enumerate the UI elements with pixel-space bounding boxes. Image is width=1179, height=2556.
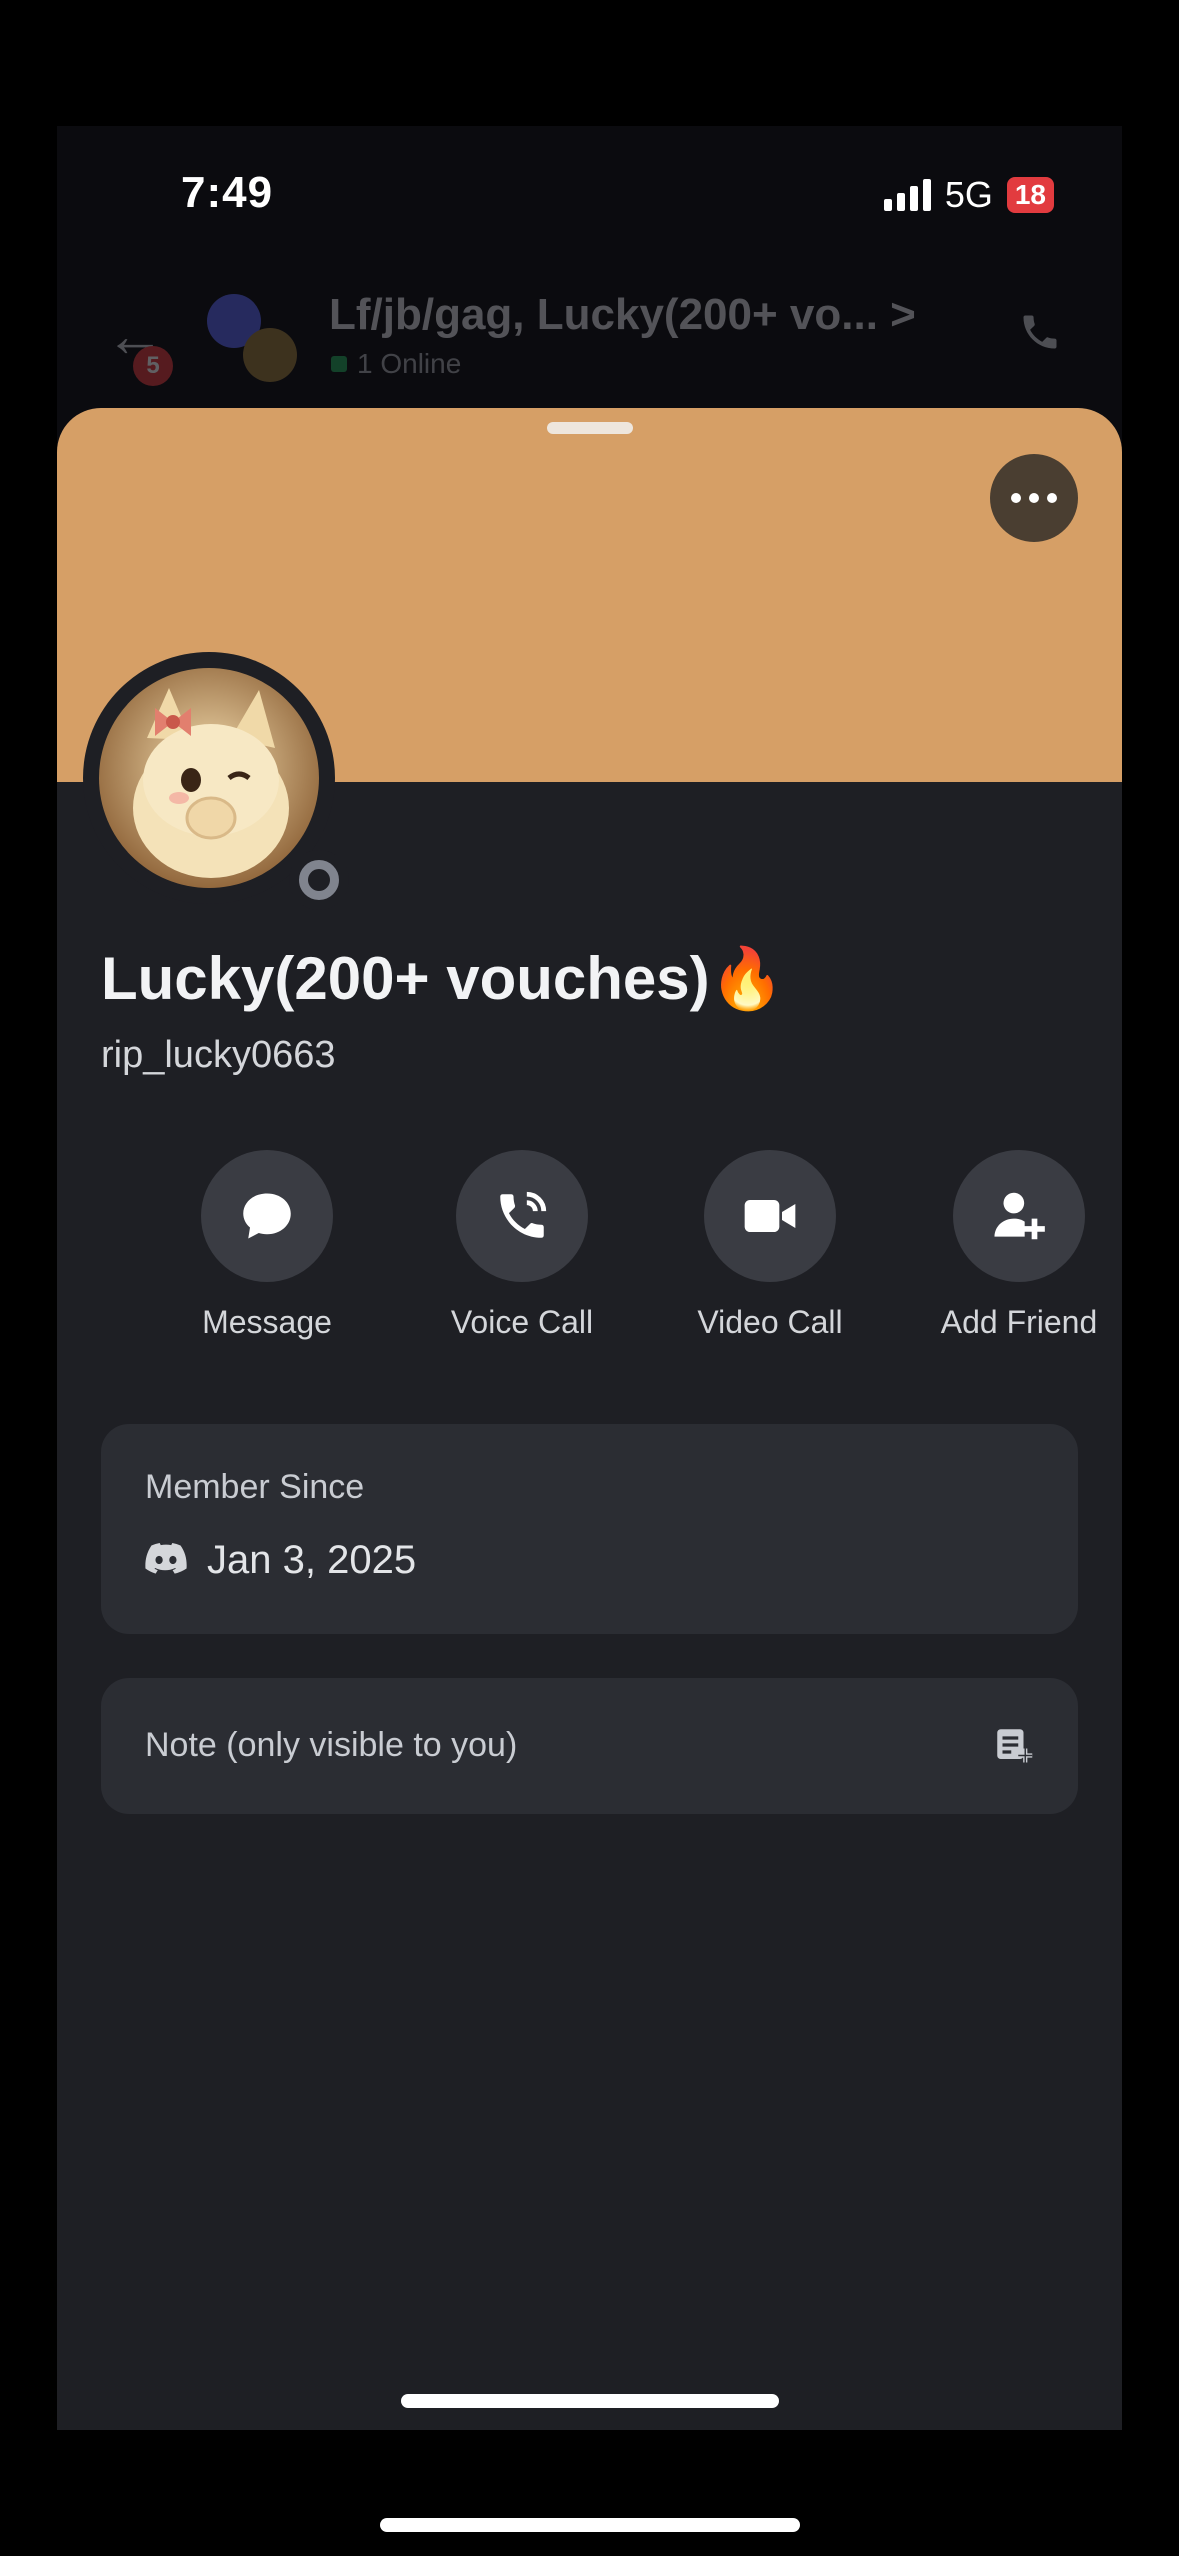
note-placeholder: Note (only visible to you) (145, 1726, 518, 1764)
username: rip_lucky0663 (101, 1034, 336, 1076)
profile-sheet: Lucky(200+ vouches)🔥 rip_lucky0663 Messa… (57, 408, 1122, 2430)
online-label: 1 Online (357, 348, 462, 379)
member-since-row: Jan 3, 2025 (145, 1538, 416, 1583)
video-call-button[interactable]: Video Call (660, 1150, 880, 1341)
group-avatar-2 (243, 328, 297, 382)
dot-icon (1029, 493, 1039, 503)
unread-badge: 5 (133, 346, 173, 386)
battery-icon: 18 (1006, 177, 1054, 213)
home-indicator (380, 2518, 800, 2532)
network-type: 5G (944, 174, 993, 215)
dot-icon (1047, 493, 1057, 503)
note-field[interactable]: Note (only visible to you) (101, 1678, 1078, 1814)
avatar-container[interactable] (83, 652, 349, 910)
note-edit-icon[interactable] (992, 1724, 1034, 1771)
status-time: 7:49 (181, 168, 274, 217)
member-since-card: Member Since Jan 3, 2025 (101, 1424, 1078, 1634)
video-call-label: Video Call (697, 1304, 843, 1340)
add-friend-label: Add Friend (940, 1304, 1098, 1340)
add-friend-button[interactable]: Add Friend (909, 1150, 1122, 1341)
offline-status-icon (289, 850, 349, 910)
member-since-date: Jan 3, 2025 (207, 1538, 417, 1582)
message-label: Message (202, 1304, 332, 1340)
discord-icon (145, 1542, 187, 1579)
avatar (99, 668, 319, 888)
phone-call-icon[interactable] (1018, 310, 1062, 364)
chat-bubble-icon (201, 1150, 333, 1282)
voice-call-label: Voice Call (450, 1304, 594, 1340)
more-options-button[interactable] (990, 454, 1078, 542)
chat-title[interactable]: Lf/jb/gag, Lucky(200+ vo... > (329, 290, 916, 340)
member-since-label: Member Since (145, 1468, 365, 1506)
display-name: Lucky(200+ vouches)🔥 (101, 945, 785, 1012)
message-button[interactable]: Message (157, 1150, 377, 1341)
home-indicator-inner (401, 2394, 779, 2408)
online-count: 1 Online (331, 348, 461, 380)
add-friend-icon (953, 1150, 1085, 1282)
sheet-grabber[interactable] (547, 422, 633, 434)
phone-call-icon (456, 1150, 588, 1282)
dot-icon (1011, 493, 1021, 503)
phone-screen: 7:49 5G 18 ← 5 Lf/jb/gag, Lucky(200+ vo.… (57, 126, 1122, 2430)
signal-icon (883, 179, 931, 211)
video-camera-icon (704, 1150, 836, 1282)
status-indicators: 5G 18 (883, 174, 1054, 216)
voice-call-button[interactable]: Voice Call (412, 1150, 632, 1341)
online-dot-icon (331, 356, 347, 372)
chat-header: ← 5 Lf/jb/gag, Lucky(200+ vo... > 1 Onli… (57, 266, 1122, 386)
